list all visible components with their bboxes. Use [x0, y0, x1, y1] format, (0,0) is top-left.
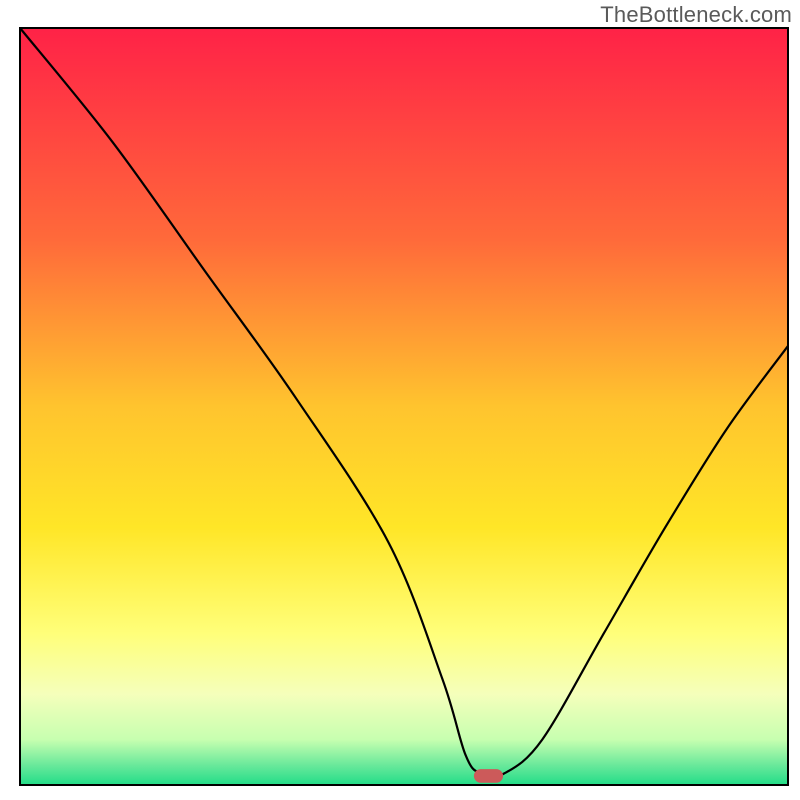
gradient-background: [20, 28, 788, 785]
chart-container: TheBottleneck.com: [0, 0, 800, 800]
watermark-text: TheBottleneck.com: [600, 2, 792, 28]
optimal-marker: [474, 769, 503, 783]
bottleneck-chart: [0, 0, 800, 800]
